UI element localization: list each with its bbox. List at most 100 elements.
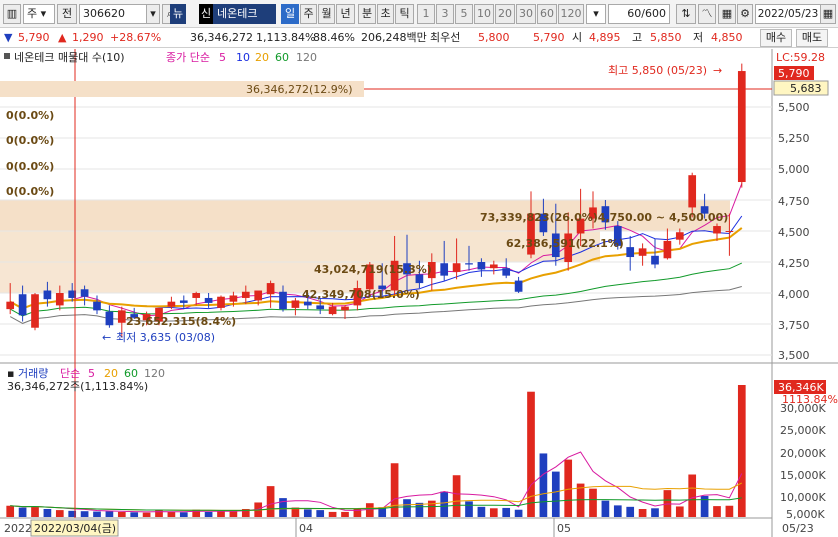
count-input[interactable]: 60/600 xyxy=(608,4,670,24)
volume-bar[interactable] xyxy=(452,475,461,517)
volume-bar[interactable] xyxy=(365,503,374,517)
candle-body[interactable] xyxy=(105,311,114,326)
candle-body[interactable] xyxy=(80,289,89,297)
tab-day[interactable]: 일 xyxy=(281,4,299,24)
sell-button[interactable]: 매도 xyxy=(796,29,828,47)
tab-minute[interactable]: 분 xyxy=(358,4,376,24)
volume-bar[interactable] xyxy=(217,511,225,517)
prev-button[interactable]: 전 xyxy=(57,4,77,24)
chart-settings-icon[interactable]: ⇅ xyxy=(676,4,696,24)
volume-bar[interactable] xyxy=(105,511,114,517)
volume-bar[interactable] xyxy=(477,506,486,517)
candle-body[interactable] xyxy=(179,300,188,303)
candle-body[interactable] xyxy=(452,263,461,272)
candle-body[interactable] xyxy=(279,291,287,310)
candle-body[interactable] xyxy=(737,71,746,183)
candle-body[interactable] xyxy=(688,175,697,208)
candle-body[interactable] xyxy=(328,306,337,315)
minute-30-button[interactable]: 30 xyxy=(516,4,536,24)
candle-body[interactable] xyxy=(440,263,449,276)
candle-body[interactable] xyxy=(241,291,250,298)
volume-bar[interactable] xyxy=(725,505,734,517)
volume-bar[interactable] xyxy=(167,511,176,517)
volume-bar[interactable] xyxy=(564,459,573,517)
volume-bar[interactable] xyxy=(93,511,101,517)
volume-bar[interactable] xyxy=(80,511,89,517)
buy-button[interactable]: 매수 xyxy=(760,29,792,47)
candle-body[interactable] xyxy=(713,226,721,234)
minute-5-button[interactable]: 5 xyxy=(455,4,473,24)
candle-body[interactable] xyxy=(93,301,101,311)
volume-bar[interactable] xyxy=(43,509,52,517)
volume-bar[interactable] xyxy=(403,499,411,517)
candle-body[interactable] xyxy=(266,283,275,295)
volume-bar[interactable] xyxy=(651,508,659,517)
candle-body[interactable] xyxy=(502,268,511,276)
volume-bar[interactable] xyxy=(130,512,139,517)
period-custom-input[interactable]: ▾ xyxy=(586,4,606,24)
volume-bar[interactable] xyxy=(613,505,622,517)
candle-body[interactable] xyxy=(316,305,325,310)
volume-bar[interactable] xyxy=(713,506,721,517)
minute-3-button[interactable]: 3 xyxy=(436,4,454,24)
candle-body[interactable] xyxy=(18,294,27,316)
candle-body[interactable] xyxy=(217,296,225,308)
volume-bar[interactable] xyxy=(638,509,647,517)
volume-bar[interactable] xyxy=(142,512,151,517)
grid-icon[interactable]: ▦ xyxy=(718,4,736,24)
chart-layout-icon[interactable]: ▥ xyxy=(3,4,21,24)
tab-tick[interactable]: 틱 xyxy=(395,4,414,24)
volume-bar[interactable] xyxy=(700,495,709,517)
candle-body[interactable] xyxy=(254,290,263,301)
minute-60-button[interactable]: 60 xyxy=(537,4,557,24)
volume-bar[interactable] xyxy=(601,500,610,517)
candle-body[interactable] xyxy=(341,306,349,311)
candle-body[interactable] xyxy=(663,240,672,259)
tab-month[interactable]: 월 xyxy=(318,4,335,24)
candle-body[interactable] xyxy=(303,301,312,306)
volume-bar[interactable] xyxy=(229,511,238,517)
volume-bar[interactable] xyxy=(341,511,349,517)
candle-body[interactable] xyxy=(43,290,52,300)
candle-body[interactable] xyxy=(167,301,176,307)
candle-body[interactable] xyxy=(117,310,126,323)
volume-bar[interactable] xyxy=(675,506,684,517)
volume-bar[interactable] xyxy=(390,463,399,517)
volume-bar[interactable] xyxy=(55,510,64,517)
volume-bar[interactable] xyxy=(589,488,597,517)
chart-area[interactable]: 네온테크 매물대 수(10) 종가 단순 5 10 20 60 120 0(0.… xyxy=(0,49,838,537)
candle-body[interactable] xyxy=(192,293,201,298)
volume-bar[interactable] xyxy=(179,512,188,517)
candle-body[interactable] xyxy=(626,247,635,258)
candle-body[interactable] xyxy=(725,231,734,232)
tab-year[interactable]: 년 xyxy=(336,4,355,24)
candle-body[interactable] xyxy=(229,295,238,302)
minute-1-button[interactable]: 1 xyxy=(417,4,435,24)
candle-body[interactable] xyxy=(514,280,523,292)
candle-body[interactable] xyxy=(675,232,684,240)
volume-bar[interactable] xyxy=(737,385,746,517)
volume-bar[interactable] xyxy=(303,509,312,517)
gear-icon[interactable]: ⚙ xyxy=(737,4,753,24)
volume-bar[interactable] xyxy=(117,511,126,517)
candle-body[interactable] xyxy=(651,255,659,265)
volume-bar[interactable] xyxy=(6,505,15,517)
candle-body[interactable] xyxy=(477,262,486,270)
volume-bar[interactable] xyxy=(688,474,697,517)
volume-bar[interactable] xyxy=(502,507,511,517)
minute-10-button[interactable]: 10 xyxy=(474,4,494,24)
volume-bar[interactable] xyxy=(626,506,635,517)
candle-body[interactable] xyxy=(6,301,15,310)
volume-bar[interactable] xyxy=(539,453,548,517)
volume-bar[interactable] xyxy=(18,507,27,517)
volume-bar[interactable] xyxy=(551,471,560,517)
volume-bar[interactable] xyxy=(527,391,535,517)
volume-bar[interactable] xyxy=(489,508,498,517)
minute-120-button[interactable]: 120 xyxy=(558,4,584,24)
minute-20-button[interactable]: 20 xyxy=(495,4,515,24)
candle-body[interactable] xyxy=(465,263,473,265)
volume-bar[interactable] xyxy=(266,486,275,517)
volume-bar[interactable] xyxy=(316,510,325,517)
candle-body[interactable] xyxy=(291,300,300,308)
candle-body[interactable] xyxy=(55,293,64,306)
